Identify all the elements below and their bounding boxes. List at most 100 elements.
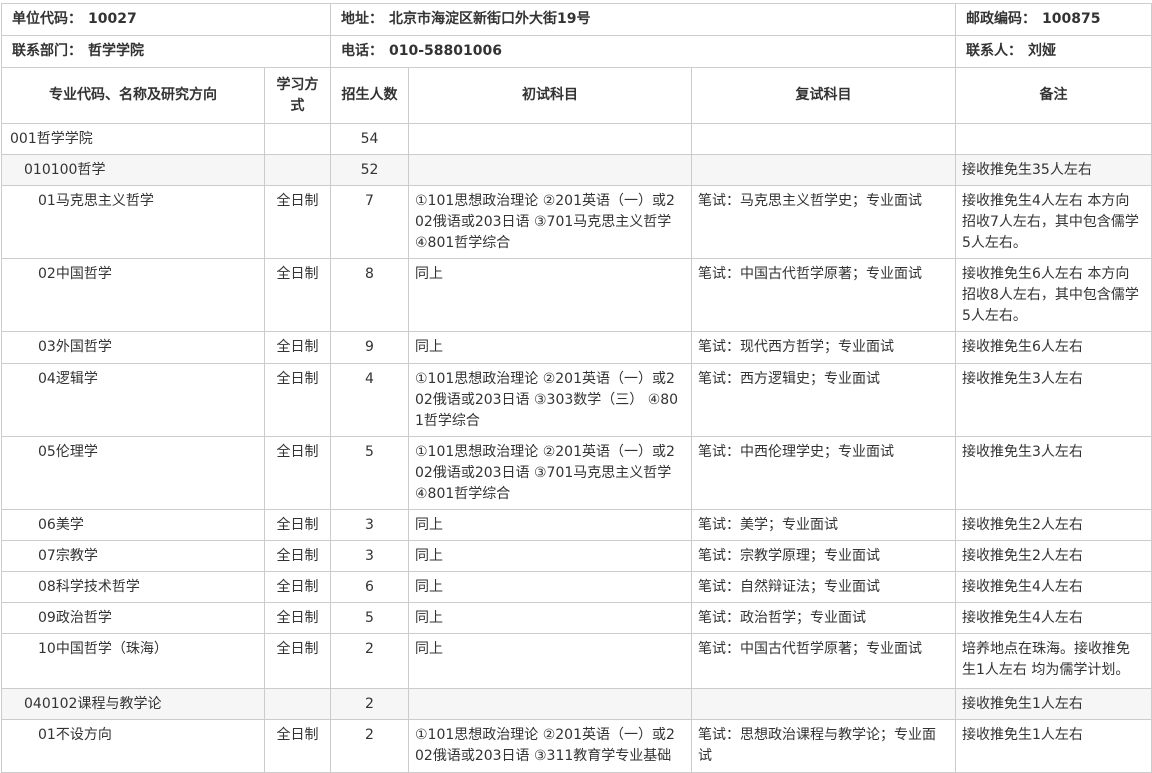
program-name: 040102课程与教学论 <box>2 689 265 720</box>
initial-exam-subjects: ①101思想政治理论 ②201英语（一）或202俄语或203日语 ③701马克思… <box>409 437 692 510</box>
study-mode: 全日制 <box>265 603 331 634</box>
initial-exam-subjects: 同上 <box>409 572 692 603</box>
department-label: 联系部门： <box>12 43 82 59</box>
program-row: 06美学 全日制 3 同上 笔试：美学；专业面试 接收推免生2人左右 <box>2 510 1152 541</box>
program-name: 10中国哲学（珠海） <box>2 634 265 689</box>
unit-code-label: 单位代码： <box>12 11 82 27</box>
program-row: 09政治哲学 全日制 5 同上 笔试：政治哲学；专业面试 接收推免生4人左右 <box>2 603 1152 634</box>
postcode-label: 邮政编码： <box>966 11 1036 27</box>
program-name: 01不设方向 <box>2 720 265 773</box>
initial-exam-subjects <box>409 124 692 155</box>
retest-subjects: 笔试：宗教学原理；专业面试 <box>692 541 956 572</box>
address-cell: 地址：北京市海淀区新街口外大街19号 <box>331 4 956 36</box>
program-row: 05伦理学 全日制 5 ①101思想政治理论 ②201英语（一）或202俄语或2… <box>2 437 1152 510</box>
initial-exam-subjects: ①101思想政治理论 ②201英语（一）或202俄语或203日语 ③311教育学… <box>409 720 692 773</box>
program-name: 07宗教学 <box>2 541 265 572</box>
remark: 接收推免生2人左右 <box>956 541 1152 572</box>
retest-subjects: 笔试：美学；专业面试 <box>692 510 956 541</box>
col-header-retest: 复试科目 <box>692 68 956 124</box>
enrollment-count: 54 <box>331 124 409 155</box>
phone-value: 010-58801006 <box>389 43 502 59</box>
department-cell: 联系部门： 哲学学院 <box>2 36 331 68</box>
col-header-study-mode: 学习方式 <box>265 68 331 124</box>
retest-subjects: 笔试：马克思主义哲学史；专业面试 <box>692 186 956 259</box>
enrollment-count: 4 <box>331 364 409 437</box>
retest-subjects <box>692 155 956 186</box>
remark: 接收推免生3人左右 <box>956 364 1152 437</box>
enrollment-count: 5 <box>331 437 409 510</box>
study-mode: 全日制 <box>265 510 331 541</box>
remark: 接收推免生3人左右 <box>956 437 1152 510</box>
enrollment-count: 2 <box>331 720 409 773</box>
program-name: 08科学技术哲学 <box>2 572 265 603</box>
program-name: 02中国哲学 <box>2 259 265 332</box>
initial-exam-subjects: 同上 <box>409 634 692 689</box>
phone-cell: 电话： 010-58801006 <box>331 36 956 68</box>
remark: 接收推免生1人左右 <box>956 689 1152 720</box>
remark: 接收推免生2人左右 <box>956 510 1152 541</box>
program-name: 06美学 <box>2 510 265 541</box>
program-name: 001哲学学院 <box>2 124 265 155</box>
program-row: 04逻辑学 全日制 4 ①101思想政治理论 ②201英语（一）或202俄语或2… <box>2 364 1152 437</box>
study-mode: 全日制 <box>265 720 331 773</box>
retest-subjects: 笔试：政治哲学；专业面试 <box>692 603 956 634</box>
program-row: 08科学技术哲学 全日制 6 同上 笔试：自然辩证法；专业面试 接收推免生4人左… <box>2 572 1152 603</box>
study-mode: 全日制 <box>265 541 331 572</box>
retest-subjects: 笔试：中国古代哲学原著；专业面试 <box>692 259 956 332</box>
enrollment-count: 3 <box>331 510 409 541</box>
initial-exam-subjects: ①101思想政治理论 ②201英语（一）或202俄语或203日语 ③303数学（… <box>409 364 692 437</box>
enrollment-count: 7 <box>331 186 409 259</box>
retest-subjects <box>692 689 956 720</box>
initial-exam-subjects <box>409 155 692 186</box>
program-row: 040102课程与教学论 2 接收推免生1人左右 <box>2 689 1152 720</box>
remark: 培养地点在珠海。接收推免生1人左右 均为儒学计划。 <box>956 634 1152 689</box>
retest-subjects: 笔试：思想政治课程与教学论；专业面试 <box>692 720 956 773</box>
initial-exam-subjects: ①101思想政治理论 ②201英语（一）或202俄语或203日语 ③701马克思… <box>409 186 692 259</box>
admissions-page: 单位代码：10027 地址：北京市海淀区新街口外大街19号 邮政编码：10087… <box>0 0 1152 773</box>
program-name: 04逻辑学 <box>2 364 265 437</box>
enrollment-count: 2 <box>331 689 409 720</box>
col-header-enrollment: 招生人数 <box>331 68 409 124</box>
initial-exam-subjects: 同上 <box>409 603 692 634</box>
col-header-initial-exam: 初试科目 <box>409 68 692 124</box>
program-row: 07宗教学 全日制 3 同上 笔试：宗教学原理；专业面试 接收推免生2人左右 <box>2 541 1152 572</box>
program-name: 01马克思主义哲学 <box>2 186 265 259</box>
program-name: 09政治哲学 <box>2 603 265 634</box>
enrollment-count: 8 <box>331 259 409 332</box>
program-name: 03外国哲学 <box>2 332 265 364</box>
program-row: 010100哲学 52 接收推免生35人左右 <box>2 155 1152 186</box>
initial-exam-subjects <box>409 689 692 720</box>
enrollment-count: 5 <box>331 603 409 634</box>
info-row-top: 单位代码：10027 地址：北京市海淀区新街口外大街19号 邮政编码：10087… <box>2 4 1152 36</box>
address-value: 北京市海淀区新街口外大街19号 <box>389 11 590 27</box>
postcode-cell: 邮政编码：100875 <box>956 4 1152 36</box>
study-mode: 全日制 <box>265 572 331 603</box>
remark: 接收推免生4人左右 <box>956 603 1152 634</box>
enrollment-count: 3 <box>331 541 409 572</box>
program-row: 10中国哲学（珠海） 全日制 2 同上 笔试：中国古代哲学原著；专业面试 培养地… <box>2 634 1152 689</box>
phone-label: 电话： <box>341 43 383 59</box>
program-name: 05伦理学 <box>2 437 265 510</box>
study-mode: 全日制 <box>265 634 331 689</box>
remark: 接收推免生6人左右 本方向招收8人左右，其中包含儒学5人左右。 <box>956 259 1152 332</box>
department-value: 哲学学院 <box>88 43 144 59</box>
retest-subjects <box>692 124 956 155</box>
study-mode: 全日制 <box>265 364 331 437</box>
col-header-remark: 备注 <box>956 68 1152 124</box>
retest-subjects: 笔试：现代西方哲学；专业面试 <box>692 332 956 364</box>
study-mode: 全日制 <box>265 186 331 259</box>
retest-subjects: 笔试：西方逻辑史；专业面试 <box>692 364 956 437</box>
program-row: 01不设方向 全日制 2 ①101思想政治理论 ②201英语（一）或202俄语或… <box>2 720 1152 773</box>
enrollment-count: 6 <box>331 572 409 603</box>
contact-person-label: 联系人： <box>966 43 1022 59</box>
enrollment-count: 2 <box>331 634 409 689</box>
remark <box>956 124 1152 155</box>
program-row: 01马克思主义哲学 全日制 7 ①101思想政治理论 ②201英语（一）或202… <box>2 186 1152 259</box>
study-mode: 全日制 <box>265 332 331 364</box>
study-mode: 全日制 <box>265 437 331 510</box>
program-row: 03外国哲学 全日制 9 同上 笔试：现代西方哲学；专业面试 接收推免生6人左右 <box>2 332 1152 364</box>
initial-exam-subjects: 同上 <box>409 541 692 572</box>
program-row: 02中国哲学 全日制 8 同上 笔试：中国古代哲学原著；专业面试 接收推免生6人… <box>2 259 1152 332</box>
column-header-row: 专业代码、名称及研究方向 学习方式 招生人数 初试科目 复试科目 备注 <box>2 68 1152 124</box>
remark: 接收推免生6人左右 <box>956 332 1152 364</box>
